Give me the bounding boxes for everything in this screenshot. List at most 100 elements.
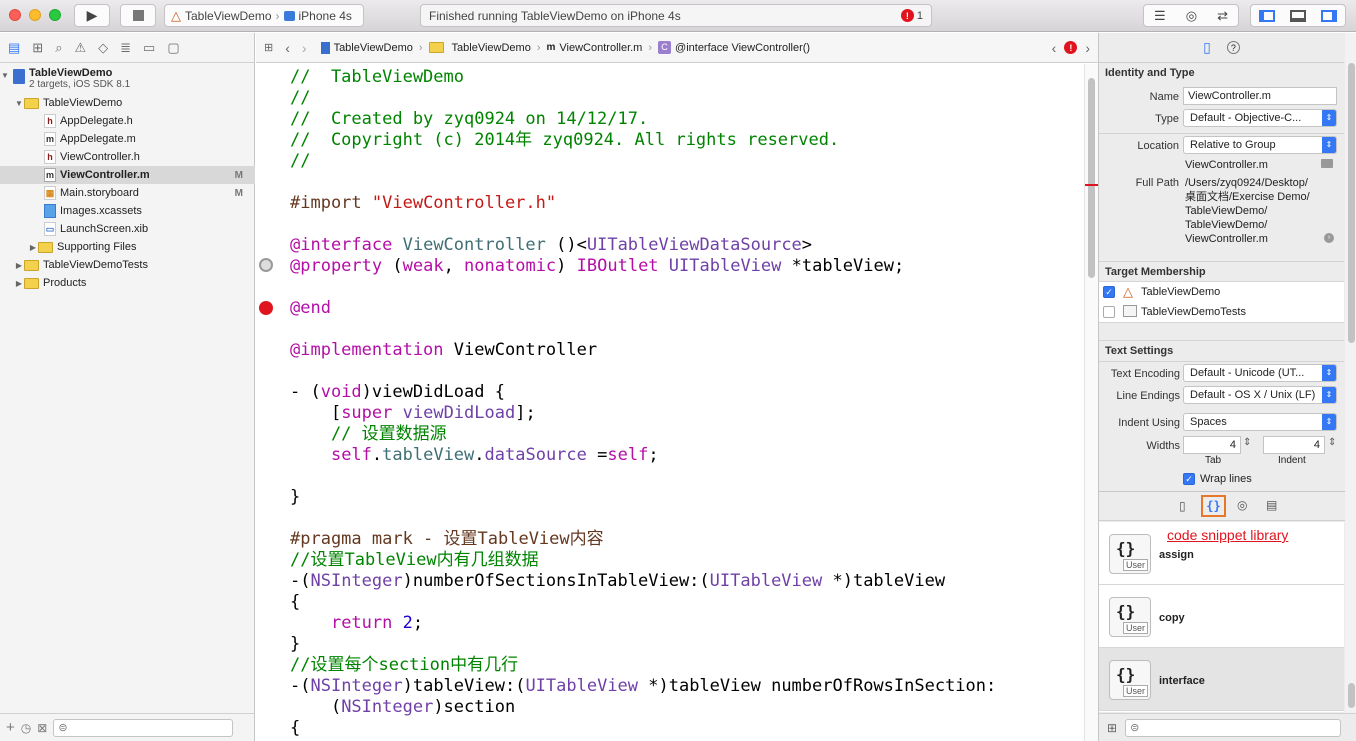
find-navigator-icon[interactable]: ⌕ [55,40,62,56]
popup-arrow-icon: ⇕ [1322,365,1336,381]
log-navigator-icon[interactable]: ▢ [167,40,179,56]
forward-arrow-icon[interactable]: › [302,40,307,56]
target-label: TableViewDemoTests [1141,306,1246,318]
previous-issue-icon[interactable]: ‹ [1052,40,1057,56]
code-snippet-icon: {} User [1109,534,1151,574]
navigator-file-row-selected[interactable]: m ViewController.m M [0,166,255,184]
wrap-lines-checkbox[interactable]: ✓ [1183,473,1195,485]
location-popup[interactable]: Relative to Group ⇕ [1183,136,1337,154]
test-navigator-icon[interactable]: ◇ [98,40,108,56]
related-items-icon[interactable]: ⊞ [264,41,273,54]
full-path-line: 桌面文档/Exercise Demo/ [1185,191,1310,203]
navigator-toggle-icon[interactable] [1258,9,1275,22]
version-editor-icon[interactable]: ⇄ [1217,8,1228,24]
activity-issue-indicator[interactable]: ! 1 [900,9,923,22]
file-template-icon[interactable]: ▯ [1179,499,1186,513]
object-library-icon[interactable]: ◎ [1237,498,1247,512]
indent-width-stepper[interactable]: ⇕ [1328,437,1336,448]
scroll-thumb[interactable] [1348,683,1355,708]
folder-browse-icon[interactable] [1321,159,1333,168]
disclosure-closed-icon[interactable]: ▶ [14,261,24,270]
navigator-file-row[interactable]: ▭ LaunchScreen.xib [0,220,255,238]
indent-width-field[interactable]: 4 [1263,436,1325,454]
breadcrumb-symbol[interactable]: C @interface ViewController() [658,41,810,54]
navigator-file-row[interactable]: m AppDelegate.m [0,130,255,148]
name-field[interactable]: ViewController.m [1183,87,1337,105]
issue-navigator-icon[interactable]: ⚠ [74,40,86,56]
zoom-window-button[interactable] [49,9,61,21]
add-icon[interactable]: + [6,719,15,736]
error-count: 1 [916,9,923,22]
editor-gutter[interactable] [256,64,280,741]
standard-editor-icon[interactable]: ☰ [1154,8,1166,24]
breadcrumb-project[interactable]: TableViewDemo [320,41,413,54]
navigator-group-row[interactable]: ▶ Products [0,274,255,292]
editor-scrollbar[interactable] [1084,64,1099,741]
error-icon[interactable] [259,301,273,315]
utilities-toggle-icon[interactable] [1321,9,1338,22]
minimize-window-button[interactable] [29,9,41,21]
navigator-file-row[interactable]: Images.xcassets [0,202,255,220]
navigator-file-row[interactable]: h ViewController.h [0,148,255,166]
navigator-group-row[interactable]: ▶ TableViewDemoTests [0,256,255,274]
snippet-item[interactable]: {} User copy [1099,585,1344,648]
error-icon[interactable]: ! [1064,41,1078,54]
reveal-in-finder-icon[interactable]: › [1324,233,1334,243]
navigator-filter-input[interactable]: ⊜ [53,718,234,737]
navigator-file-row[interactable]: h AppDelegate.h [0,112,255,130]
scroll-thumb[interactable] [1088,78,1095,278]
navigator-group-row[interactable]: ▶ Supporting Files [0,238,255,256]
navigator-file-row[interactable]: ▦ Main.storyboard M [0,184,255,202]
tab-width-stepper[interactable]: ⇕ [1243,437,1251,448]
indent-value: Spaces [1190,416,1227,428]
debug-area-toggle-icon[interactable] [1289,9,1306,22]
next-issue-icon[interactable]: › [1085,40,1090,56]
view-toggle-segmented[interactable] [1250,4,1346,27]
run-button[interactable]: ▶ [74,4,110,27]
disclosure-open-icon[interactable]: ▼ [0,71,10,80]
breadcrumb-label: @interface ViewController() [675,41,811,54]
assistant-editor-icon[interactable]: ◎ [1186,8,1197,24]
target-checkbox-checked[interactable]: ✓ [1103,286,1115,298]
breadcrumb-group[interactable]: TableViewDemo [428,42,531,54]
stop-button[interactable] [120,4,156,27]
media-library-icon[interactable]: ▤ [1266,498,1277,512]
type-popup[interactable]: Default - Objective-C... ⇕ [1183,109,1337,127]
library-filter-input[interactable]: ⊜ [1125,718,1342,737]
snippet-item[interactable]: {} User assign [1099,522,1344,585]
grid-view-icon[interactable]: ⊞ [1107,721,1117,735]
scm-filter-icon[interactable]: ⊠ [37,721,47,735]
editor-mode-segmented[interactable]: ☰ ◎ ⇄ [1143,4,1239,27]
target-label: TableViewDemo [1141,286,1221,298]
project-navigator-icon[interactable]: ▤ [8,40,20,56]
indent-using-popup[interactable]: Spaces ⇕ [1183,413,1337,431]
target-checkbox[interactable] [1103,306,1115,318]
code-snippet-icon: {} User [1109,597,1151,637]
inspector-scrollbar[interactable] [1345,33,1356,713]
breakpoint-navigator-icon[interactable]: ▭ [143,40,155,56]
file-inspector-icon[interactable]: ▯ [1203,39,1211,56]
back-arrow-icon[interactable]: ‹ [285,40,290,56]
quick-help-icon[interactable]: ? [1226,41,1240,54]
encoding-popup[interactable]: Default - Unicode (UT... ⇕ [1183,364,1337,382]
project-root-row[interactable]: ▼ TableViewDemo 2 targets, iOS SDK 8.1 [0,65,255,95]
disclosure-open-icon[interactable]: ▼ [14,99,24,108]
recent-files-icon[interactable]: ◷ [21,721,31,735]
close-window-button[interactable] [9,9,21,21]
code-snippet-icon[interactable]: {} [1201,495,1226,517]
scheme-selector[interactable]: △ TableViewDemo › iPhone 4s [164,4,364,27]
tab-sub-label: Tab [1205,455,1222,466]
disclosure-closed-icon[interactable]: ▶ [14,279,24,288]
navigator-group-row[interactable]: ▼ TableViewDemo [0,94,255,112]
code-line: // [290,88,311,108]
snippet-item-selected[interactable]: {} User interface [1099,648,1344,711]
debug-navigator-icon[interactable]: ≣ [120,40,131,56]
source-editor[interactable]: // TableViewDemo // // Created by zyq092… [280,64,1084,741]
tab-width-field[interactable]: 4 [1183,436,1241,454]
scroll-thumb[interactable] [1348,63,1355,343]
disclosure-closed-icon[interactable]: ▶ [28,243,38,252]
breadcrumb-file[interactable]: m ViewController.m [547,42,643,54]
line-endings-popup[interactable]: Default - OS X / Unix (LF) ⇕ [1183,386,1337,404]
connection-outlet-icon[interactable] [259,258,273,272]
symbol-navigator-icon[interactable]: ⊞ [32,40,43,56]
